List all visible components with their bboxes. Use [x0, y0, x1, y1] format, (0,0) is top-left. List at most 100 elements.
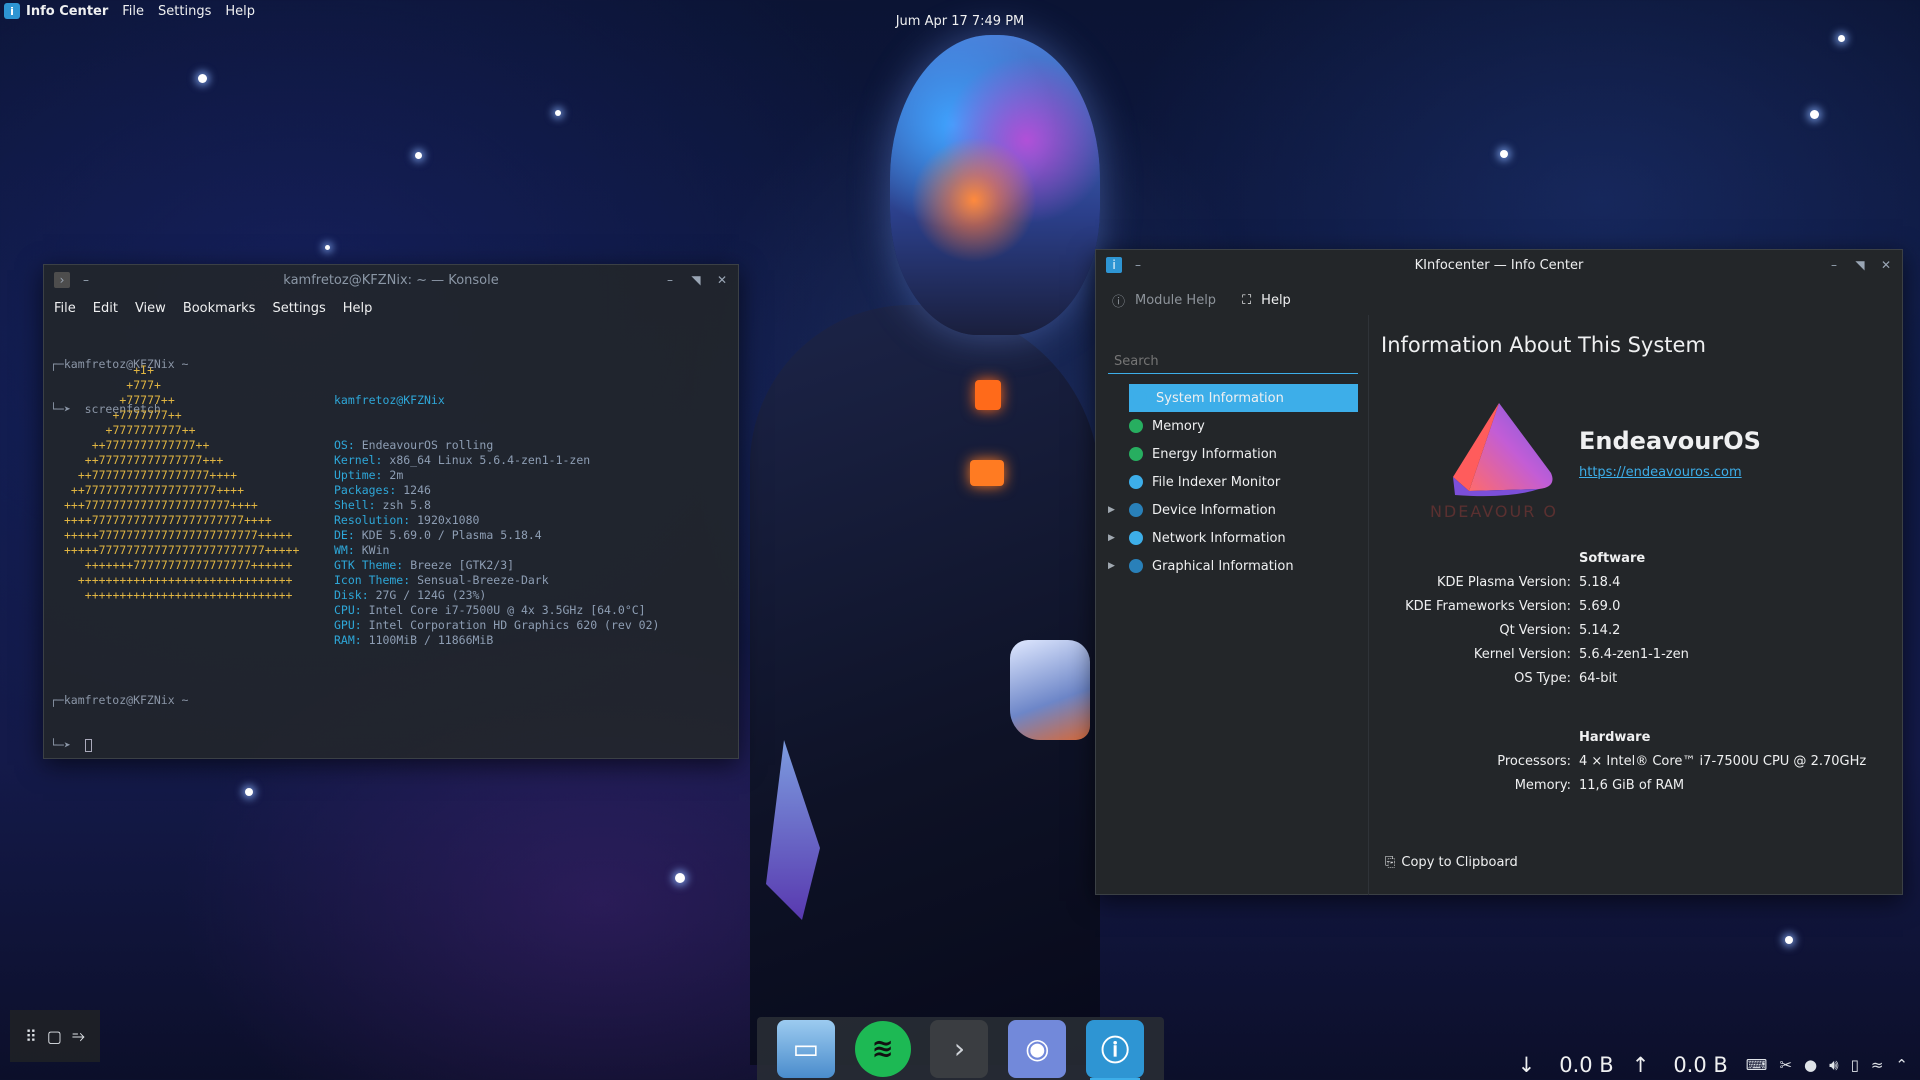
expand-arrow-icon[interactable]: ▶ — [1108, 505, 1115, 515]
menu-file[interactable]: File — [54, 301, 76, 316]
app-grid-icon[interactable]: ⠿ — [25, 1027, 37, 1046]
infocenter-sidebar: System Information Memory Energy Informati… — [1108, 350, 1358, 890]
copy-icon: ⎘ — [1385, 854, 1396, 870]
active-app-name[interactable]: Info Center — [26, 4, 108, 19]
screenfetch-value: Intel Corporation HD Graphics 620 (rev 0… — [368, 618, 660, 632]
help-button[interactable]: ⛶ Help — [1242, 293, 1291, 308]
clock[interactable]: Jum Apr 17 7:49 PM — [896, 14, 1025, 29]
global-menu-file[interactable]: File — [122, 4, 144, 19]
screenfetch-row: Disk: 27G / 124G (23%) — [334, 588, 659, 603]
dock: ▭ ≋ › ◉ ⓘ — [757, 1017, 1164, 1080]
sidebar-item-device-information[interactable]: ▶ Device Information — [1108, 496, 1358, 524]
clipboard-icon[interactable]: ✂ — [1779, 1056, 1792, 1074]
expand-tray-icon[interactable]: ⌃ — [1895, 1056, 1908, 1074]
maximize-icon[interactable]: ◥ — [688, 272, 704, 288]
screenfetch-key: CPU: — [334, 603, 362, 617]
wifi-icon[interactable]: ≈ — [1871, 1056, 1884, 1074]
info-row: Qt Version: 5.14.2 — [1369, 623, 1899, 647]
screenfetch-row: Kernel: x86_64 Linux 5.6.4-zen1-1-zen — [334, 453, 659, 468]
konsole-app-icon[interactable]: › — [930, 1019, 989, 1078]
menu-help[interactable]: Help — [343, 301, 373, 316]
sidebar-item-label: File Indexer Monitor — [1152, 474, 1281, 490]
expand-arrow-icon[interactable]: ▶ — [1108, 561, 1115, 571]
terminal-cursor — [84, 739, 92, 752]
infocenter-app-icon[interactable]: ⓘ — [1086, 1019, 1145, 1080]
screenfetch-row: Uptime: 2m — [334, 468, 659, 483]
minimize-icon[interactable]: – — [662, 272, 678, 288]
ascii-logo-line: +777+ — [64, 378, 161, 392]
download-speed: 0.0 B — [1559, 1053, 1614, 1077]
minimize-icon[interactable]: – — [1826, 257, 1842, 273]
expand-arrow-icon[interactable]: ▶ — [1108, 533, 1115, 543]
screenfetch-key: WM: — [334, 543, 355, 557]
window-overview-icon[interactable]: ▢ — [47, 1027, 62, 1046]
konsole-titlebar[interactable]: › – kamfretoz@KFZNix: ~ — Konsole – ◥ ✕ — [44, 265, 738, 295]
global-menu-settings[interactable]: Settings — [158, 4, 211, 19]
software-section-title: Software — [1579, 551, 1646, 566]
graphics-icon — [1129, 559, 1143, 573]
sidebar-item-label: Graphical Information — [1152, 558, 1294, 574]
menu-settings[interactable]: Settings — [272, 301, 325, 316]
logo-wordmark: ENDEAVOUR OS — [1429, 502, 1559, 521]
sidebar-item-system-information[interactable]: System Information — [1129, 384, 1358, 412]
volume-icon[interactable]: 🔊︎ — [1829, 1056, 1838, 1074]
terminal-output[interactable]: ┌─kamfretoz@KFZNix ~ └─➤ screenfetch +I+… — [44, 321, 738, 752]
info-key: Qt Version: — [1499, 623, 1571, 638]
switcher-icon[interactable]: ⥱ — [72, 1026, 85, 1046]
star — [245, 788, 253, 796]
os-website-link[interactable]: https://endeavouros.com — [1579, 465, 1742, 480]
energy-icon — [1129, 447, 1143, 461]
info-value: 4 × Intel® Core™ i7-7500U CPU @ 2.70GHz — [1579, 754, 1867, 769]
sidebar-item-file-indexer-monitor[interactable]: File Indexer Monitor — [1108, 468, 1358, 496]
info-row: Processors: 4 × Intel® Core™ i7-7500U CPU… — [1369, 754, 1899, 778]
spotify-app-icon[interactable]: ≋ — [854, 1020, 911, 1077]
info-value: 5.18.4 — [1579, 575, 1621, 590]
upload-arrow-icon: ↑ — [1631, 1053, 1650, 1077]
module-help-button[interactable]: ⓘ Module Help — [1112, 291, 1216, 310]
infocenter-titlebar[interactable]: i – KInfocenter — Info Center – ◥ ✕ — [1096, 250, 1902, 280]
sidebar-item-graphical-information[interactable]: ▶ Graphical Information — [1108, 552, 1358, 580]
sidebar-item-memory[interactable]: Memory — [1108, 412, 1358, 440]
global-menu-help[interactable]: Help — [225, 4, 255, 19]
page-title: Information About This System — [1381, 333, 1706, 357]
close-icon[interactable]: ✕ — [1878, 257, 1894, 273]
ascii-logo-line: ++77777777777777777++++ — [64, 468, 238, 482]
ascii-logo-line: ++7777777777777++ — [64, 438, 210, 452]
keyboard-icon[interactable]: ⌨ — [1746, 1056, 1768, 1074]
screenfetch-row: WM: KWin — [334, 543, 659, 558]
infocenter-toolbar: ⓘ Module Help ⛶ Help — [1096, 280, 1902, 320]
menu-edit[interactable]: Edit — [93, 301, 118, 316]
info-row: Memory: 11,6 GiB of RAM — [1369, 778, 1899, 802]
info-row: Kernel Version: 5.6.4-zen1-1-zen — [1369, 647, 1899, 671]
info-row: KDE Frameworks Version: 5.69.0 — [1369, 599, 1899, 623]
screenfetch-info: kamfretoz@KFZNix OS: EndeavourOS rolling… — [334, 363, 659, 678]
screenfetch-user: kamfretoz@KFZNix — [334, 393, 445, 407]
info-icon — [1133, 391, 1147, 405]
battery-icon[interactable]: ▯ — [1851, 1056, 1859, 1074]
sidebar-item-network-information[interactable]: ▶ Network Information — [1108, 524, 1358, 552]
screenfetch-key: Uptime: — [334, 468, 383, 482]
infocenter-title: KInfocenter — Info Center — [1414, 257, 1584, 273]
menu-bookmarks[interactable]: Bookmarks — [183, 301, 256, 316]
ascii-logo-line: +7777777++ — [64, 408, 182, 422]
info-value: 11,6 GiB of RAM — [1579, 778, 1685, 793]
copy-to-clipboard-button[interactable]: ⎘ Copy to Clipboard — [1379, 850, 1524, 874]
files-app-icon[interactable]: ▭ — [776, 1019, 835, 1078]
star — [1838, 35, 1845, 42]
prompt-line: ┌─kamfretoz@KFZNix ~ — [50, 693, 189, 707]
maximize-icon[interactable]: ◥ — [1852, 257, 1868, 273]
screenfetch-key: RAM: — [334, 633, 362, 647]
info-value: 5.14.2 — [1579, 623, 1621, 638]
info-key: Kernel Version: — [1473, 647, 1571, 662]
info-row: KDE Plasma Version: 5.18.4 — [1369, 575, 1899, 599]
ascii-logo-line: ++777777777777777+++ — [64, 453, 224, 467]
screenfetch-key: Packages: — [334, 483, 397, 497]
menu-view[interactable]: View — [135, 301, 166, 316]
ascii-logo-line: +I+ — [64, 363, 155, 377]
sidebar-item-energy-information[interactable]: Energy Information — [1108, 440, 1358, 468]
search-input[interactable] — [1108, 350, 1358, 374]
close-icon[interactable]: ✕ — [714, 272, 730, 288]
notification-icon[interactable]: ● — [1804, 1056, 1817, 1074]
ascii-logo-line: ++++++++++++++++++++++++++++++ — [64, 588, 293, 602]
discord-app-icon[interactable]: ◉ — [1008, 1019, 1067, 1078]
